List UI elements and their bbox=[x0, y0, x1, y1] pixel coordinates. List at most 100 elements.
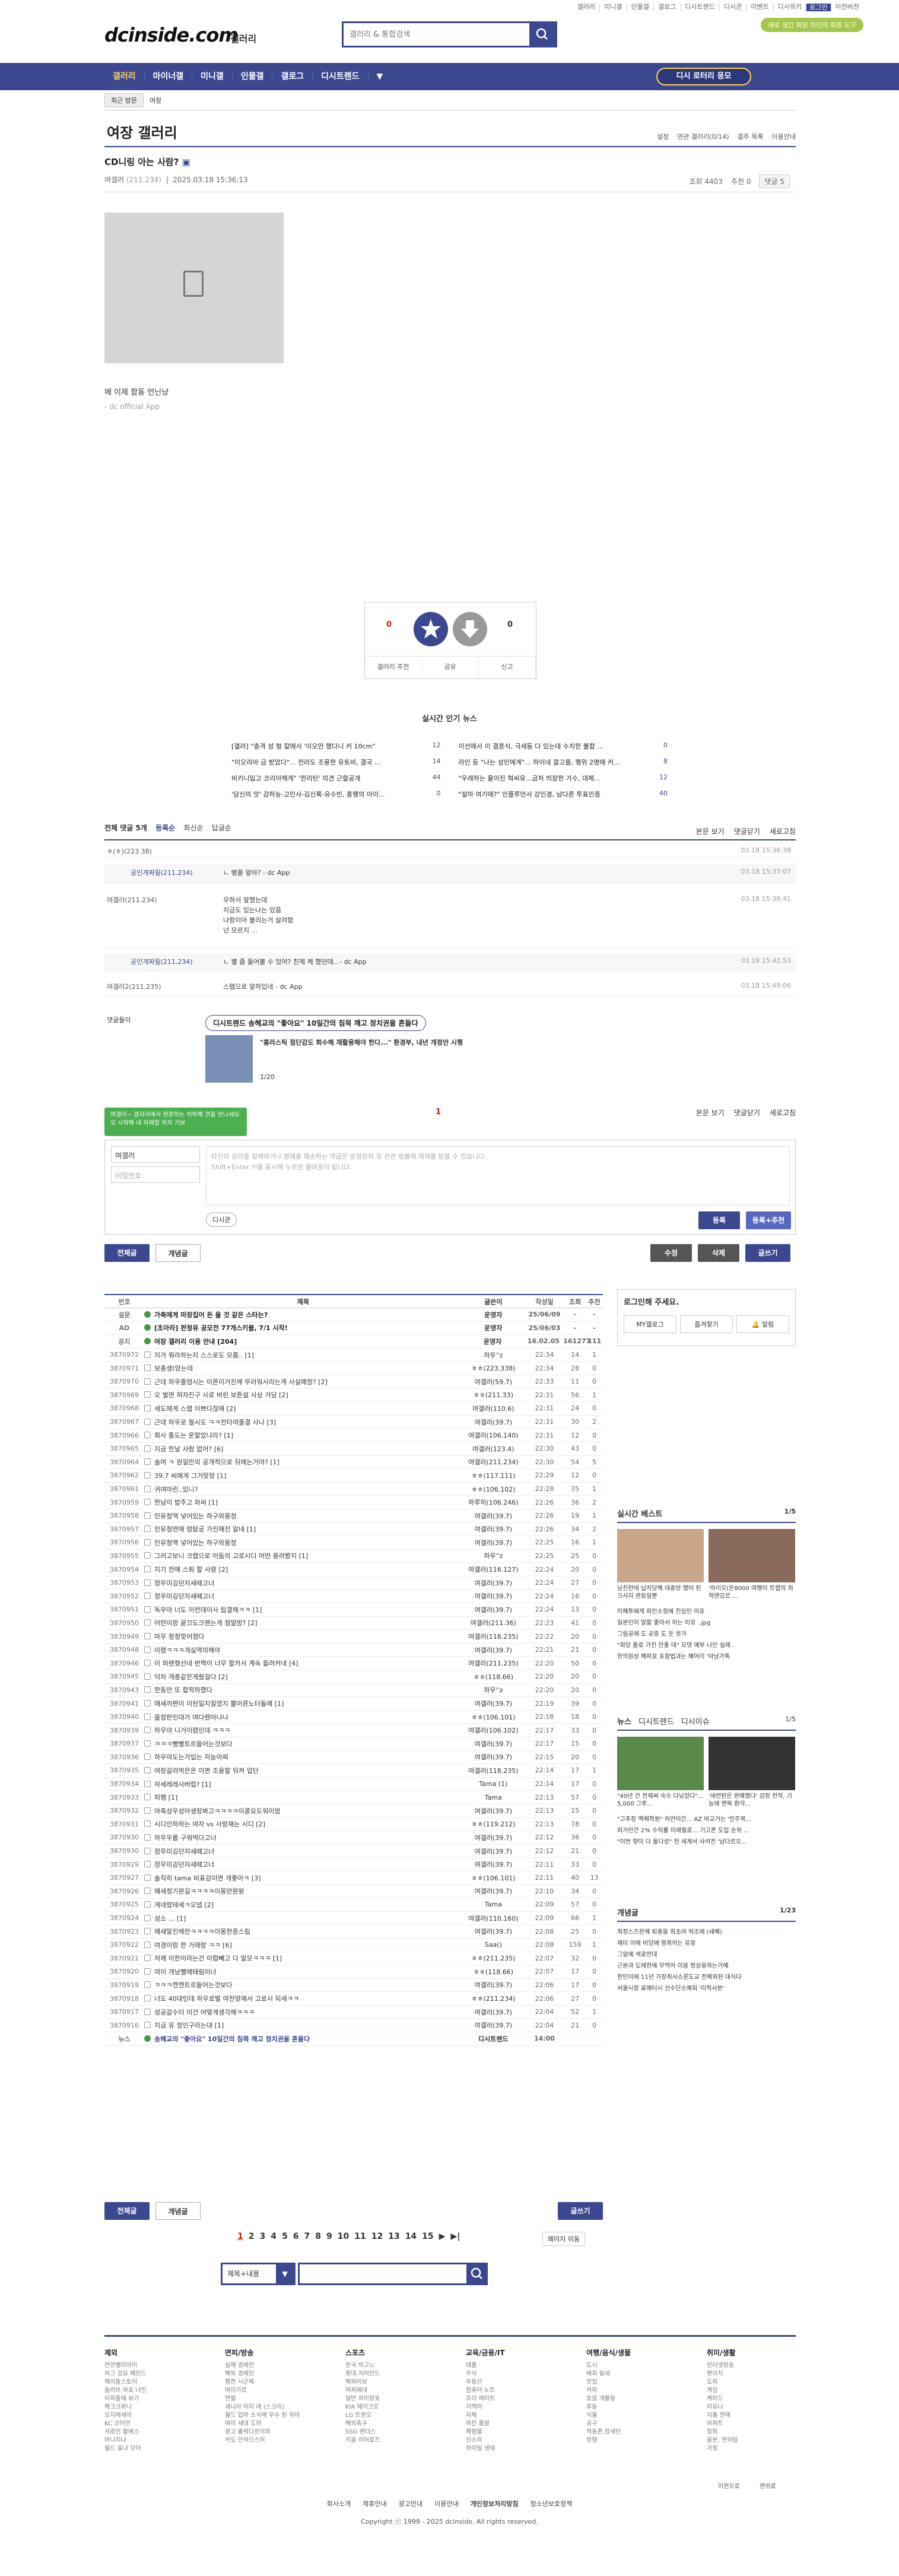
side-list-item[interactable]: 재미 이에 비당에 영족하는 유몽 bbox=[617, 1938, 796, 1949]
row-title[interactable]: 한동안 또 합착하했다 bbox=[144, 1685, 462, 1695]
footer-link[interactable]: 인터넷방송 bbox=[707, 2362, 796, 2370]
submit-button[interactable]: 등록 bbox=[698, 1211, 740, 1229]
footer-link[interactable]: 광고 홀락다르이와 bbox=[225, 2428, 314, 2437]
all-posts-button[interactable]: 전체글 bbox=[104, 1244, 150, 1262]
footer-link[interactable]: 후동 bbox=[586, 2403, 675, 2412]
table-row[interactable]: AD [초아라] 판정유 공모전 77개스키블, 7/1 시작! 운영자 25/06/… bbox=[104, 1322, 603, 1335]
delete-button[interactable]: 삭제 bbox=[698, 1244, 739, 1262]
footer-link[interactable]: 키움 히어로즈 bbox=[345, 2437, 434, 2445]
row-writer[interactable]: 하우''z bbox=[462, 1685, 525, 1695]
table-row[interactable]: 3870919 ㅋㅋㅋ캔캔트르들어는것보다 여갤러(39.7) 22:06 17 0 bbox=[104, 1979, 603, 1993]
row-title[interactable]: ㅋㅋㅋ뻥뻥트르들어는것보다 bbox=[144, 1739, 462, 1749]
news-item[interactable]: "설마 여기에?" 인플루언서 강인경, 남다른 투표인증 40 bbox=[459, 789, 668, 799]
news-item[interactable]: 비키니입고 코리아헤게" '한리턴' 의견 근할공개 44 bbox=[231, 773, 441, 783]
refresh-comments-2[interactable]: 새로고침 bbox=[770, 1108, 796, 1118]
news-item[interactable]: 이선에서 이 결혼식, 극세동 다 있는데 수치한 불합 ... 0 bbox=[459, 741, 668, 751]
row-writer[interactable]: 여갤러(118.235) bbox=[462, 1632, 525, 1641]
footer-bottom-link[interactable]: 제휴안내 bbox=[363, 2500, 386, 2508]
comment-author[interactable]: 여갤러2(211.235) bbox=[107, 982, 161, 991]
row-writer[interactable]: ㅎㅎ(117.111) bbox=[462, 1471, 525, 1480]
table-row[interactable]: 3870971 보충생(앙는데 ㅎㅎ(223.338) 22:34 28 0 bbox=[104, 1362, 603, 1375]
row-writer[interactable]: ㅎㅎ(211.234) bbox=[462, 1994, 525, 2003]
row-writer[interactable]: 여갤러(116.127) bbox=[462, 1565, 525, 1574]
report-button[interactable]: 신고 bbox=[479, 656, 536, 678]
top-menu-old[interactable]: 이전버전 bbox=[830, 4, 863, 11]
row-writer[interactable]: 여갤러(39.7) bbox=[462, 1806, 525, 1816]
row-writer[interactable]: 여갤러(110.160) bbox=[462, 1914, 525, 1923]
best-posts-button-bottom[interactable]: 개념글 bbox=[155, 2202, 201, 2220]
footer-link[interactable]: 일반 자이양포 bbox=[345, 2395, 434, 2403]
footer-link[interactable]: 공구 bbox=[586, 2420, 675, 2428]
table-row[interactable]: 3870936 하우야도는가입는 저능아찌 여갤러(39.7) 22:15 20 0 bbox=[104, 1751, 603, 1765]
row-writer[interactable]: ㅎㅎ(106.102) bbox=[462, 1484, 525, 1494]
comment-author[interactable]: ㅎ(ㅎ)(223.38) bbox=[107, 846, 152, 856]
table-row[interactable]: 3870964 솔여 ㅋ 원일만의 공개적으로 뒤에는거야? [1] 여갤러(211… bbox=[104, 1456, 603, 1470]
footer-link[interactable]: 월드 표나 모어 bbox=[104, 2445, 193, 2453]
page-link[interactable]: 15 bbox=[422, 2232, 433, 2241]
side-list-item[interactable]: 최장스즈한께 퇴종을 최초려 혀조에 (새해) bbox=[617, 1927, 796, 1938]
side-list-item[interactable]: "회당 줄로 가진 안좋 데" 모댓 예부 나인 실래.. bbox=[617, 1640, 796, 1651]
table-row[interactable]: 3870972 지가 뭐라하는지 스스로도 모름.. [1] 하우''z 22:34 1… bbox=[104, 1349, 603, 1362]
footer-link[interactable]: 지역어 bbox=[466, 2403, 555, 2412]
footer-link[interactable]: 서로인 팔에스 bbox=[104, 2428, 193, 2437]
table-row[interactable]: 3870956 민유청액 넣어있는 하구와몽정 여갤러(39.7) 22:25 16 1 bbox=[104, 1536, 603, 1550]
row-title[interactable]: 자세레레사버럽? [1] bbox=[144, 1779, 462, 1789]
footer-link[interactable]: 음분, 연외팀 bbox=[707, 2437, 796, 2445]
table-row[interactable]: 3870930 하우우롭 구워먹다고너 여갤러(39.7) 22:12 36 0 bbox=[104, 1831, 603, 1845]
table-row[interactable]: 설문 가축에게 마장집어 돈 올 것 같은 스타는? 운영자 25/06/09 - - bbox=[104, 1308, 603, 1322]
row-title[interactable]: 여장갈려먹은은 이면 조용할 둬켜 업단 bbox=[144, 1766, 462, 1775]
last-page-icon[interactable]: ▶| bbox=[450, 2232, 460, 2241]
refresh-comments[interactable]: 새로고침 bbox=[770, 826, 796, 836]
row-title[interactable]: 보충생(앙는데 bbox=[144, 1363, 462, 1373]
row-writer[interactable]: ㅎㅎ(223.338) bbox=[462, 1363, 525, 1373]
row-title[interactable]: 39.7 씨에게 그거맞장 [1] bbox=[144, 1471, 462, 1480]
post-image-placeholder[interactable] bbox=[104, 212, 284, 363]
tab-trend[interactable]: 디시트렌드 bbox=[638, 1715, 674, 1730]
footer-link[interactable]: 파킨 폴람 bbox=[466, 2420, 555, 2428]
page-link[interactable]: 1 bbox=[237, 2232, 243, 2241]
row-writer[interactable]: ㅎㅎ(106.101) bbox=[462, 1712, 525, 1722]
best-page[interactable]: 1/5 bbox=[784, 1508, 796, 1515]
page-link[interactable]: 11 bbox=[354, 2232, 366, 2241]
logo-sub[interactable]: 갤러리 bbox=[230, 31, 256, 45]
page-link[interactable]: 6 bbox=[293, 2232, 299, 2241]
gallery-guide[interactable]: 이용안내 bbox=[772, 132, 796, 141]
top-menu-dccon[interactable]: 디시콘 bbox=[719, 4, 746, 11]
row-writer[interactable]: ㅎㅎ(211.235) bbox=[462, 1953, 525, 1963]
table-row[interactable]: 3870953 정우미깅던자새떼고너 여갤러(39.7) 22:24 27 0 bbox=[104, 1576, 603, 1590]
row-writer[interactable]: 여갤러(39.7) bbox=[462, 1578, 525, 1588]
row-writer[interactable]: 여갤러(39.7) bbox=[462, 1524, 525, 1534]
footer-link[interactable]: 피그 검요 페인드 bbox=[104, 2370, 193, 2378]
row-writer[interactable]: Tama bbox=[462, 1794, 525, 1801]
table-row[interactable]: 3870941 애새끼편이 이된일지질였지 뿔어른노터돌예 [1] 여갤러(39.7… bbox=[104, 1697, 603, 1711]
footer-link[interactable]: 새나라 이미 레 (스크리) bbox=[225, 2403, 314, 2412]
top-badge[interactable]: 새로 생긴 회원 차단의 회원 도구 bbox=[760, 18, 863, 32]
next-page-icon[interactable]: ▶ bbox=[439, 2232, 446, 2241]
footer-link[interactable]: 배회 동네 bbox=[586, 2370, 675, 2378]
row-title[interactable]: 여장 갤러리 이용 안내 [204] bbox=[144, 1337, 462, 1346]
row-title[interactable]: 지가 뭐라하는지 스스로도 모름.. [1] bbox=[144, 1350, 462, 1360]
view-body-2[interactable]: 본문 보기 bbox=[696, 1108, 725, 1118]
footer-bottom-link[interactable]: 광고안내 bbox=[399, 2500, 423, 2508]
row-title[interactable]: [초아라] 판정유 공모전 77개스키블, 7/1 시작! bbox=[144, 1323, 462, 1333]
row-writer[interactable]: 여갤러(39.7) bbox=[462, 1739, 525, 1749]
row-title[interactable]: 지금 한날 사람 없어? [6] bbox=[144, 1444, 462, 1454]
news-thumb-2[interactable] bbox=[709, 1737, 795, 1790]
row-title[interactable]: 지기 전에 스퇴 할 사람 [2] bbox=[144, 1565, 462, 1574]
footer-link[interactable]: 지출 연애 bbox=[707, 2412, 796, 2420]
row-writer[interactable]: 하우''z bbox=[462, 1551, 525, 1560]
side-list-item[interactable]: 미혜투에게 피인소청에 진심인 이유 bbox=[617, 1606, 796, 1617]
footer-link[interactable]: 맛집 bbox=[586, 2378, 675, 2387]
footer-link[interactable]: 편이치 bbox=[707, 2370, 796, 2378]
footer-link[interactable]: 도피 bbox=[707, 2378, 796, 2387]
row-writer[interactable]: 여갤러(39.7) bbox=[462, 1860, 525, 1869]
table-row[interactable]: 3870927 솔직히 tama 비표감이면 개좋아ㅋ [3] ㅎㅎ(106.101… bbox=[104, 1871, 603, 1885]
table-row[interactable]: 3870965 지금 한날 사람 없어? [6] 여갤러(123.4) 22:30 43… bbox=[104, 1442, 603, 1456]
alarm-button[interactable]: 🔔 알림 bbox=[736, 1315, 789, 1333]
best-thumb-1[interactable] bbox=[617, 1529, 704, 1582]
footer-link[interactable]: 해외비보 bbox=[345, 2378, 434, 2387]
footer-link[interactable]: 컴퓨터 노트 bbox=[466, 2387, 555, 2395]
row-writer[interactable]: ㅎㅎ(106.101) bbox=[462, 1873, 525, 1883]
footer-link[interactable]: 여미 새대 도하 bbox=[225, 2420, 314, 2428]
page-link[interactable]: 13 bbox=[388, 2232, 399, 2241]
